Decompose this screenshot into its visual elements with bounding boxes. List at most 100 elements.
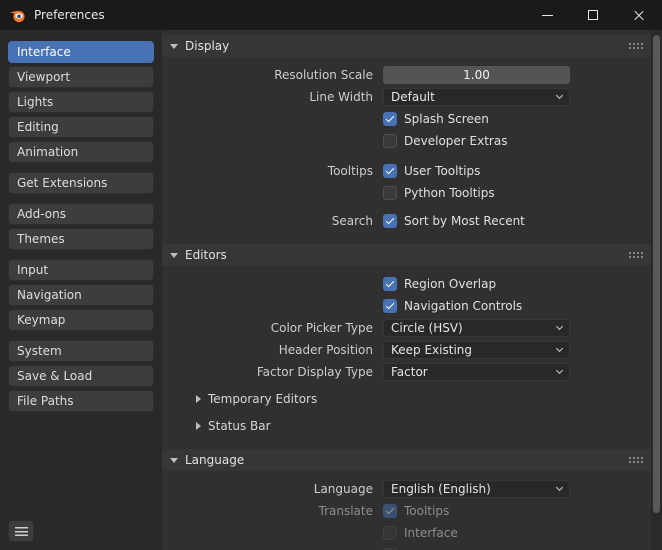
- row-label: Resolution Scale: [162, 68, 373, 82]
- translate-interface-checkbox[interactable]: [383, 526, 397, 540]
- section-title: Display: [185, 39, 229, 53]
- row-widget: Default: [383, 88, 651, 106]
- sidebar-item-save-load[interactable]: Save & Load: [8, 365, 154, 387]
- sidebar-item-get-extensions[interactable]: Get Extensions: [8, 172, 154, 194]
- check-icon: [386, 279, 394, 287]
- sidebar-item-label: System: [17, 344, 62, 358]
- sidebar-item-label: Navigation: [17, 288, 82, 302]
- sidebar-item-lights[interactable]: Lights: [8, 91, 154, 113]
- row-widget: Region Overlap: [383, 277, 651, 291]
- sidebar-item-label: Input: [17, 263, 48, 277]
- row-widget: Developer Extras: [383, 134, 651, 148]
- row-widget: Keep Existing: [383, 341, 651, 359]
- color-picker-type-select[interactable]: Circle (HSV): [383, 319, 570, 337]
- row-widget: Factor: [383, 363, 651, 381]
- sidebar-item-themes[interactable]: Themes: [8, 228, 154, 250]
- sidebar-item-addons[interactable]: Add-ons: [8, 203, 154, 225]
- row-label: Factor Display Type: [162, 365, 373, 379]
- resolution-scale-field[interactable]: 1.00: [383, 66, 570, 84]
- row-factor-display-type: Factor Display Type Factor: [162, 361, 651, 383]
- splash-screen-checkbox[interactable]: [383, 112, 397, 126]
- section-title: Editors: [185, 248, 227, 262]
- region-overlap-checkbox[interactable]: [383, 277, 397, 291]
- row-widget: Python Tooltips: [383, 186, 651, 200]
- section-header-language[interactable]: Language: [162, 449, 651, 471]
- panel-grip-icon[interactable]: [628, 42, 643, 50]
- python-tooltips-checkbox[interactable]: [383, 186, 397, 200]
- chevron-down-icon: [556, 323, 563, 330]
- sidebar-item-keymap[interactable]: Keymap: [8, 309, 154, 331]
- sidebar-item-system[interactable]: System: [8, 340, 154, 362]
- subpanel-temporary-editors[interactable]: Temporary Editors: [196, 388, 651, 410]
- sidebar-item-animation[interactable]: Animation: [8, 141, 154, 163]
- sidebar-item-label: Animation: [17, 145, 78, 159]
- row-translate-interface: Interface: [162, 522, 651, 544]
- check-icon: [386, 114, 394, 122]
- panel-grip-icon[interactable]: [628, 251, 643, 259]
- row-user-tooltips: Tooltips User Tooltips: [162, 160, 651, 182]
- row-widget: 1.00: [383, 66, 651, 84]
- check-icon: [386, 506, 394, 514]
- row-widget: English (English): [383, 480, 651, 498]
- scrollbar-thumb[interactable]: [653, 35, 660, 513]
- row-navigation-controls: Navigation Controls: [162, 295, 651, 317]
- sidebar-item-input[interactable]: Input: [8, 259, 154, 281]
- dropdown-value: Factor: [391, 365, 557, 379]
- close-button[interactable]: [616, 0, 662, 30]
- section-body-display: Resolution Scale 1.00 Line Width Default: [162, 57, 651, 238]
- section-header-display[interactable]: Display: [162, 35, 651, 57]
- sidebar-item-label: Editing: [17, 120, 59, 134]
- row-resolution-scale: Resolution Scale 1.00: [162, 64, 651, 86]
- section-language: Language Language English (English) Tran…: [162, 449, 651, 550]
- row-label: Header Position: [162, 343, 373, 357]
- row-line-width: Line Width Default: [162, 86, 651, 108]
- checkbox-label: Sort by Most Recent: [404, 214, 525, 228]
- section-header-editors[interactable]: Editors: [162, 244, 651, 266]
- maximize-button[interactable]: [570, 0, 616, 30]
- checkbox-label: Navigation Controls: [404, 299, 522, 313]
- chevron-down-icon: [556, 367, 563, 374]
- vertical-scrollbar[interactable]: [651, 30, 662, 550]
- maximize-icon: [588, 10, 598, 20]
- section-body-editors: Region Overlap Navigation Controls Color…: [162, 266, 651, 443]
- row-label: Search: [162, 214, 373, 228]
- sidebar-item-editing[interactable]: Editing: [8, 116, 154, 138]
- language-select[interactable]: English (English): [383, 480, 570, 498]
- row-widget: Splash Screen: [383, 112, 651, 126]
- preferences-menu-button[interactable]: [8, 520, 34, 542]
- spacer: [162, 152, 651, 160]
- panel-grip-icon[interactable]: [628, 456, 643, 464]
- row-translate-reports: Reports: [162, 544, 651, 550]
- window-controls: [524, 0, 662, 30]
- row-label: Language: [162, 482, 373, 496]
- user-tooltips-checkbox[interactable]: [383, 164, 397, 178]
- row-translate-tooltips: Translate Tooltips: [162, 500, 651, 522]
- sort-by-most-recent-checkbox[interactable]: [383, 214, 397, 228]
- row-label: Tooltips: [162, 164, 373, 178]
- minimize-button[interactable]: [524, 0, 570, 30]
- sidebar-item-label: Get Extensions: [17, 176, 107, 190]
- line-width-select[interactable]: Default: [383, 88, 570, 106]
- section-title: Language: [185, 453, 244, 467]
- sidebar-item-label: Interface: [17, 45, 71, 59]
- sidebar-item-interface[interactable]: Interface: [8, 41, 154, 63]
- chevron-right-icon: [196, 422, 201, 430]
- titlebar: Preferences: [0, 0, 662, 30]
- checkbox-label: Interface: [404, 526, 458, 540]
- row-widget: Navigation Controls: [383, 299, 651, 313]
- row-label: Translate: [162, 504, 373, 518]
- checkbox-label: Python Tooltips: [404, 186, 495, 200]
- chevron-right-icon: [196, 395, 201, 403]
- chevron-down-icon: [170, 44, 178, 49]
- sidebar-item-file-paths[interactable]: File Paths: [8, 390, 154, 412]
- sidebar-item-navigation[interactable]: Navigation: [8, 284, 154, 306]
- chevron-down-icon: [556, 92, 563, 99]
- translate-tooltips-checkbox[interactable]: [383, 504, 397, 518]
- row-color-picker-type: Color Picker Type Circle (HSV): [162, 317, 651, 339]
- factor-display-type-select[interactable]: Factor: [383, 363, 570, 381]
- subpanel-status-bar[interactable]: Status Bar: [196, 415, 651, 437]
- sidebar-item-viewport[interactable]: Viewport: [8, 66, 154, 88]
- navigation-controls-checkbox[interactable]: [383, 299, 397, 313]
- developer-extras-checkbox[interactable]: [383, 134, 397, 148]
- header-position-select[interactable]: Keep Existing: [383, 341, 570, 359]
